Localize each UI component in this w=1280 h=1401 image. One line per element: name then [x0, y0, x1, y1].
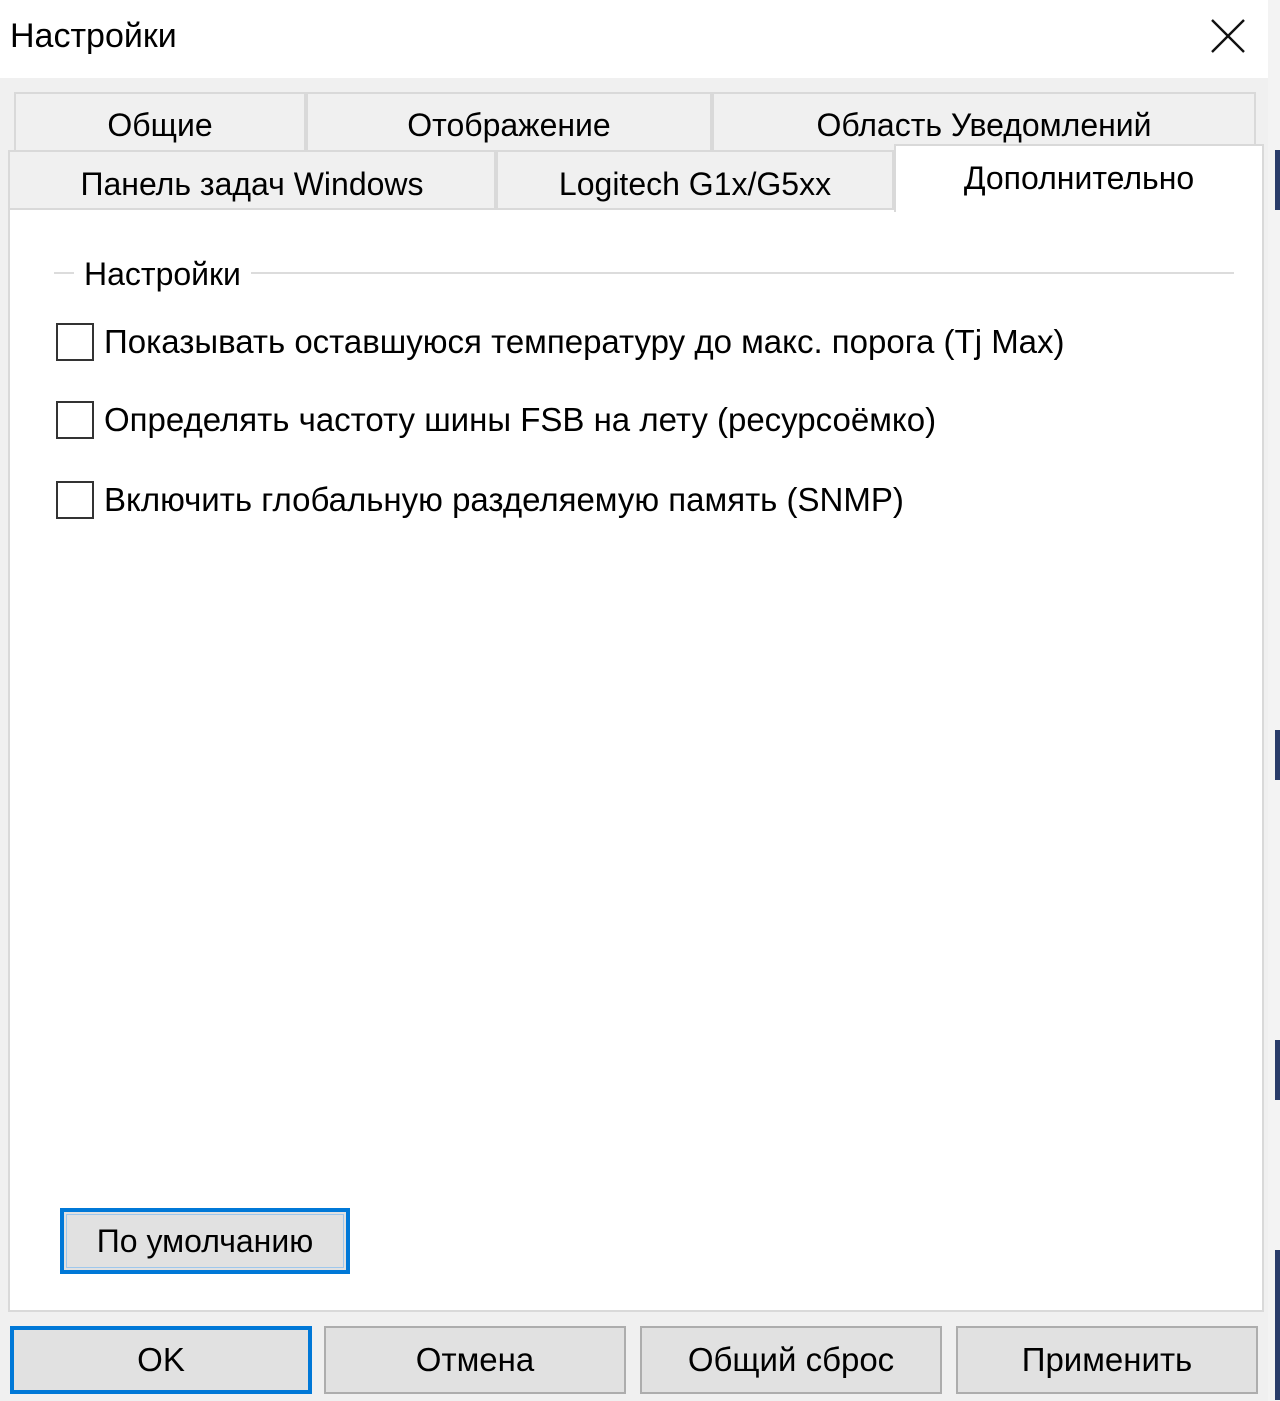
tab-label: Дополнительно	[963, 160, 1195, 196]
tab-label: Logitech G1x/G5xx	[558, 166, 832, 202]
tab-label: Общие	[107, 107, 213, 143]
settings-dialog: Настройки Общие Отображение Область Увед…	[0, 0, 1280, 1401]
close-button[interactable]	[1192, 0, 1264, 72]
tab-notification-area[interactable]: Область Уведомлений	[712, 92, 1256, 150]
option-show-tjmax-temperature[interactable]: Показывать оставшуюся температуру до мак…	[56, 320, 1065, 364]
checkbox[interactable]	[56, 401, 94, 439]
tab-logitech[interactable]: Logitech G1x/G5xx	[496, 150, 894, 210]
restore-defaults-button[interactable]: По умолчанию	[60, 1208, 350, 1274]
checkbox[interactable]	[56, 481, 94, 519]
tab-windows-taskbar[interactable]: Панель задач Windows	[8, 150, 496, 210]
apply-button[interactable]: Применить	[956, 1326, 1258, 1394]
ok-button[interactable]: OK	[10, 1326, 312, 1394]
group-title: Настройки	[74, 254, 251, 294]
title-bar: Настройки	[0, 0, 1280, 78]
window-title: Настройки	[10, 17, 177, 55]
option-detect-fsb-on-the-fly[interactable]: Определять частоту шины FSB на лету (рес…	[56, 398, 936, 442]
option-global-shared-memory[interactable]: Включить глобальную разделяемую память (…	[56, 478, 904, 522]
tab-general[interactable]: Общие	[14, 92, 306, 150]
background-window-edge	[1268, 0, 1280, 1401]
close-icon	[1211, 19, 1245, 53]
tab-label: Отображение	[407, 107, 611, 143]
tab-advanced[interactable]: Дополнительно	[894, 144, 1264, 212]
reset-all-button[interactable]: Общий сброс	[640, 1326, 942, 1394]
checkbox-label: Показывать оставшуюся температуру до мак…	[104, 323, 1065, 360]
checkbox-label: Определять частоту шины FSB на лету (рес…	[104, 401, 937, 438]
checkbox[interactable]	[56, 323, 94, 361]
checkbox-label: Включить глобальную разделяемую память (…	[104, 481, 904, 518]
tab-display[interactable]: Отображение	[306, 92, 712, 150]
tab-label: Панель задач Windows	[80, 166, 424, 202]
advanced-tab-page: Настройки Показывать оставшуюся температ…	[8, 208, 1264, 1312]
cancel-button[interactable]: Отмена	[324, 1326, 626, 1394]
